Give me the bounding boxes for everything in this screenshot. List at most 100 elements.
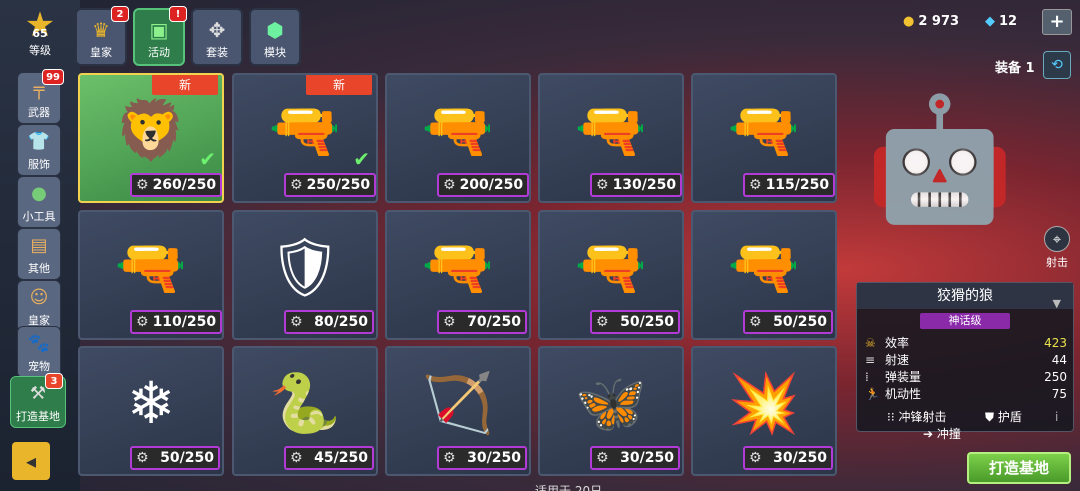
gear-icon: ⚙ xyxy=(136,177,149,193)
sidebar-item-label: 其他 xyxy=(28,262,50,275)
checkmark-icon: ✔ xyxy=(199,147,216,171)
sidebar-item-pets[interactable]: 🐾 宠物 xyxy=(17,326,61,378)
weapon-card[interactable]: 🔫 ⚙ 130/250 xyxy=(538,73,684,203)
part-count-value: 30/250 xyxy=(620,450,674,466)
forge-button[interactable]: 打造基地 xyxy=(967,452,1071,484)
weapon-card[interactable]: 🔫 ⚙ 50/250 xyxy=(538,210,684,340)
info-icon[interactable]: i xyxy=(1055,409,1058,425)
weapon-image: 🏹 xyxy=(421,369,495,437)
part-count-value: 80/250 xyxy=(314,314,368,330)
back-button[interactable]: ◂ xyxy=(12,442,50,480)
weapon-card[interactable]: 🔫 ⚙ 50/250 xyxy=(691,210,837,340)
weapon-image: 🔫 xyxy=(727,96,801,164)
weapon-card[interactable]: 💥 ⚙ 30/250 xyxy=(691,346,837,476)
gear-icon: ⚙ xyxy=(136,450,149,466)
weapon-card[interactable]: 🔫 新 ✔ ⚙ 250/250 xyxy=(232,73,378,203)
sidebar-item-weapons[interactable]: ╤ 武器 99 xyxy=(17,69,64,124)
stat-fire-rate: ≡ 射速 44 xyxy=(865,352,1067,368)
part-count-value: 50/250 xyxy=(773,314,827,330)
bottom-strip-text: 适用于 20日 xyxy=(535,484,603,491)
add-currency-button[interactable]: + xyxy=(1042,9,1072,35)
gear-icon: ⚙ xyxy=(443,177,456,193)
checkmark-icon: ✔ xyxy=(353,147,370,171)
part-count: ⚙ 115/250 xyxy=(743,173,835,197)
weapon-card[interactable]: 🔫 ⚙ 200/250 xyxy=(385,73,531,203)
gear-icon: ⚙ xyxy=(443,450,456,466)
sidebar-item-clothing[interactable]: 👕 服饰 xyxy=(17,124,61,176)
coins-display: ● 2 973 xyxy=(903,14,959,29)
sidebar-item-royal[interactable]: ☺ 皇家 xyxy=(17,280,61,332)
part-count: ⚙ 50/250 xyxy=(130,446,220,470)
part-count: ⚙ 260/250 xyxy=(130,173,222,197)
equip-label: 装备 1 xyxy=(995,61,1035,76)
level-badge[interactable]: ★ 65 等级 xyxy=(18,8,62,58)
bullets-icon: ⁝⁝ xyxy=(887,410,899,424)
weapon-card[interactable]: 🏹 ⚙ 30/250 xyxy=(385,346,531,476)
gear-icon: ⚙ xyxy=(749,450,762,466)
gear-icon: ⚙ xyxy=(596,450,609,466)
part-count: ⚙ 250/250 xyxy=(284,173,376,197)
tab-events-badge: ! xyxy=(169,6,187,22)
gear-icon: ⚙ xyxy=(596,314,609,330)
part-count-value: 250/250 xyxy=(306,177,371,193)
weapon-card[interactable]: 🔫 ⚙ 115/250 xyxy=(691,73,837,203)
part-count: ⚙ 110/250 xyxy=(130,310,222,334)
weapon-card[interactable]: 🔫 ⚙ 110/250 xyxy=(78,210,224,340)
weapon-card[interactable]: 🔫 ⚙ 70/250 xyxy=(385,210,531,340)
trait-shield: ⛊ 护盾 xyxy=(985,409,1022,425)
shoot-label: 射击 xyxy=(1046,256,1068,269)
sidebar-item-label: 宠物 xyxy=(28,360,50,373)
tab-modules-label: 模块 xyxy=(264,46,286,59)
part-count: ⚙ 30/250 xyxy=(437,446,527,470)
stat-label: 机动性 xyxy=(885,387,922,401)
equip-button[interactable]: ⟲ xyxy=(1043,51,1071,79)
tab-events[interactable]: ▣ 活动 ! xyxy=(133,6,187,66)
weapon-image: 🔫 xyxy=(574,233,648,301)
gear-icon: ⚙ xyxy=(749,314,762,330)
sidebar-item-label: 打造基地 xyxy=(16,410,60,423)
tab-sets[interactable]: ✥ 套装 xyxy=(191,8,243,66)
stat-label: 射速 xyxy=(885,353,910,367)
sidebar-item-other[interactable]: ▤ 其他 xyxy=(17,228,61,280)
part-count-value: 130/250 xyxy=(612,177,677,193)
sidebar-item-gadgets[interactable]: ● 小工具 xyxy=(17,176,61,228)
weapon-name-bar[interactable]: 狡猾的狼 ▼ xyxy=(857,283,1073,310)
stat-value: 423 xyxy=(1044,336,1067,350)
trait-charge-shot: ⁝⁝ 冲锋射击 xyxy=(887,409,946,425)
part-count-value: 260/250 xyxy=(152,177,217,193)
coins-value: 2 973 xyxy=(918,14,960,29)
weapon-image: 🔫 xyxy=(114,233,188,301)
stat-label: 弹装量 xyxy=(885,370,922,384)
part-count-value: 45/250 xyxy=(314,450,368,466)
sidebar-badge: 99 xyxy=(42,69,64,85)
weapon-card[interactable]: 🐍 ⚙ 45/250 xyxy=(232,346,378,476)
trait-label: 护盾 xyxy=(997,410,1022,424)
part-count-value: 50/250 xyxy=(620,314,674,330)
part-count: ⚙ 130/250 xyxy=(590,173,682,197)
tab-modules[interactable]: ⬢ 模块 xyxy=(249,8,301,66)
tab-royal-label: 皇家 xyxy=(90,46,112,59)
weapon-stats-panel: 狡猾的狼 ▼ 神话级 ☠ 效率 423 ≡ 射速 44 ⁞ 弹装量 250 🏃 机动性 75 ⁝⁝… xyxy=(856,282,1074,441)
shield-icon: ⛊ xyxy=(985,410,998,424)
part-count-value: 200/250 xyxy=(459,177,524,193)
part-count: ⚙ 30/250 xyxy=(743,446,833,470)
tab-royal[interactable]: ♛ 皇家 2 xyxy=(75,6,129,66)
gear-icon: ⚙ xyxy=(290,450,303,466)
sidebar-item-forge[interactable]: ⚒ 打造基地 3 xyxy=(10,373,66,428)
weapon-image: 🛡 xyxy=(268,233,342,301)
weapon-card[interactable]: 🛡 ⚙ 80/250 xyxy=(232,210,378,340)
gear-icon: ⚙ xyxy=(290,177,303,193)
weapon-image: 🔫 xyxy=(421,96,495,164)
weapon-name: 狡猾的狼 xyxy=(937,288,993,304)
part-count: ⚙ 200/250 xyxy=(437,173,529,197)
weapon-card[interactable]: ❄ ⚙ 50/250 xyxy=(78,346,224,476)
stat-ammo: ⁞ 弹装量 250 xyxy=(865,369,1067,385)
weapon-image: 💥 xyxy=(727,369,801,437)
weapon-card[interactable]: 🦋 ⚙ 30/250 xyxy=(538,346,684,476)
gear-icon: ⚙ xyxy=(749,177,762,193)
stat-mobility: 🏃 机动性 75 xyxy=(865,386,1067,402)
weapon-card[interactable]: 🦁 新 ✔ ⚙ 260/250 xyxy=(78,73,224,203)
shoot-button[interactable]: ⌖ 射击 xyxy=(1040,226,1074,270)
part-count: ⚙ 50/250 xyxy=(743,310,833,334)
sidebar-item-label: 服饰 xyxy=(28,158,50,171)
